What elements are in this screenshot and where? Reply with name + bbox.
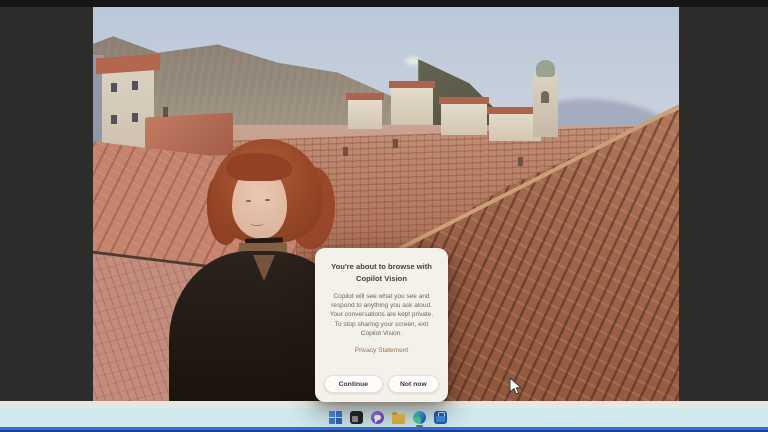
dialog-body: Copilot will see what you see and respon… (322, 292, 441, 338)
woman-smile (250, 221, 264, 226)
photo-tower-dome (536, 60, 555, 77)
dialog-body-line: Copilot will see what you see and (333, 293, 430, 300)
microsoft-store-icon[interactable] (434, 411, 447, 424)
photo-roof-cap (96, 53, 160, 75)
not-now-button[interactable]: Not now (387, 375, 439, 393)
woman-eye (246, 200, 251, 202)
photo-window (111, 115, 117, 124)
photo-chimney (518, 157, 523, 166)
photo-tower-window (541, 91, 549, 103)
photo-window (132, 113, 138, 122)
photo-chimney (393, 139, 398, 148)
dialog-body-line: To stop sharing your screen, exit (334, 320, 429, 328)
photo-chimney (163, 107, 168, 117)
dialog-body-line: Your conversations are kept private. (329, 311, 434, 319)
file-explorer-icon[interactable] (392, 411, 405, 424)
dialog-title: You're about to browse with Copilot Visi… (323, 261, 440, 285)
photo-building (389, 81, 435, 125)
photo-cloud (406, 57, 420, 65)
dialog-body-line: Copilot Vision. (360, 329, 403, 337)
dark-app-icon[interactable] (350, 411, 363, 424)
photo-bell-tower (533, 60, 558, 137)
edge-browser-icon[interactable] (413, 411, 426, 427)
dialog-buttons: Continue Not now (324, 375, 439, 393)
photo-building (439, 97, 489, 135)
dialog-title-line1: You're about to browse with (331, 262, 432, 271)
chat-icon[interactable] (371, 411, 384, 424)
photo-window (132, 81, 138, 90)
privacy-statement-link[interactable]: Privacy Statement (323, 347, 440, 354)
mouse-cursor (509, 376, 523, 401)
photo-window (111, 83, 117, 92)
taskbar-top-strip (0, 401, 768, 408)
woman-hair-fringe (226, 153, 292, 181)
continue-button[interactable]: Continue (324, 375, 383, 393)
taskbar (0, 408, 768, 427)
photo-chimney (343, 147, 348, 156)
taskbar-icons (329, 409, 447, 427)
taskbar-accent-line (0, 427, 768, 432)
window-top-strip (0, 0, 768, 7)
start-button-icon[interactable] (329, 411, 342, 424)
copilot-vision-dialog: You're about to browse with Copilot Visi… (315, 248, 448, 402)
desktop: You're about to browse with Copilot Visi… (0, 0, 768, 432)
photo-building (346, 93, 384, 129)
woman-eye (265, 199, 270, 201)
dialog-title-line2: Copilot Vision (356, 274, 407, 283)
dialog-body-line: respond to anything you ask aloud. (331, 302, 432, 310)
